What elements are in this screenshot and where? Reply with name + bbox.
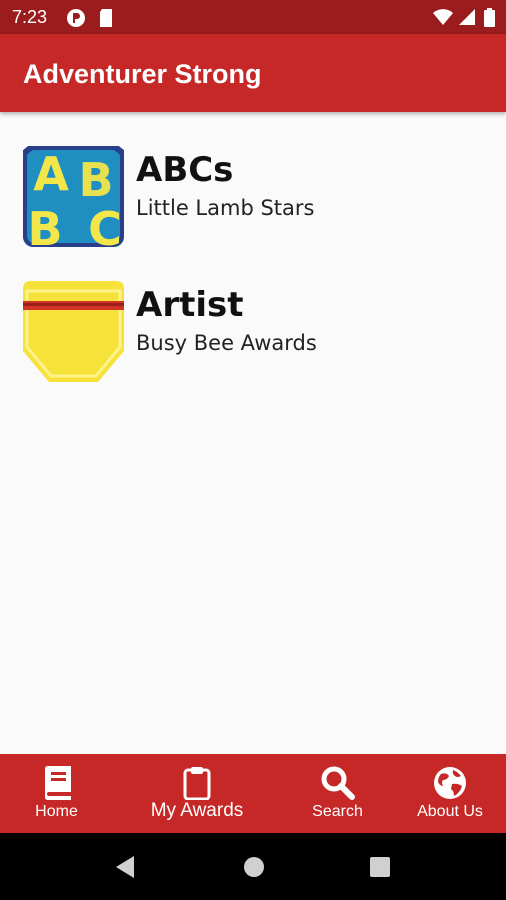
book-icon — [44, 766, 71, 800]
nav-label: Home — [35, 803, 78, 820]
app-bar: Adventurer Strong — [0, 34, 506, 112]
svg-text:C: C — [88, 202, 122, 247]
nav-search[interactable]: Search — [281, 754, 394, 833]
status-time: 7:23 — [12, 7, 48, 27]
notification-app-icon — [67, 9, 85, 27]
home-circle-icon[interactable] — [243, 855, 265, 879]
nav-label: Search — [312, 803, 363, 820]
clipboard-icon — [183, 767, 211, 800]
nav-home[interactable]: Home — [0, 754, 113, 833]
item-subtitle: Little Lamb Stars — [136, 196, 315, 220]
svg-text:A: A — [33, 147, 69, 201]
status-bar: 7:23 — [0, 0, 506, 34]
app-title: Adventurer Strong — [23, 59, 262, 89]
back-icon[interactable] — [114, 855, 136, 879]
artist-pencil-patch-image — [23, 281, 124, 382]
svg-text:B: B — [78, 153, 113, 207]
nav-my-awards[interactable]: My Awards — [113, 754, 281, 833]
bottom-navigation: Home My Awards Search About Us — [0, 754, 506, 833]
battery-icon — [484, 8, 495, 27]
signal-icon — [459, 9, 475, 25]
nav-label: About Us — [417, 803, 483, 820]
abc-patch-image: A B B C — [23, 146, 124, 247]
svg-text:B: B — [27, 202, 62, 247]
nav-about-us[interactable]: About Us — [394, 754, 506, 833]
list-item-abcs[interactable]: A B B C ABCs Little Lamb Stars — [0, 146, 506, 252]
item-subtitle: Busy Bee Awards — [136, 331, 317, 355]
sd-card-icon — [100, 9, 112, 27]
item-title: Artist — [136, 285, 244, 325]
item-title: ABCs — [136, 150, 234, 190]
system-navigation-bar — [0, 833, 506, 900]
search-icon — [321, 766, 355, 800]
wifi-icon — [433, 9, 453, 25]
list-item-artist[interactable]: Artist Busy Bee Awards — [0, 281, 506, 387]
recents-square-icon[interactable] — [369, 855, 391, 879]
nav-label: My Awards — [150, 800, 244, 821]
globe-icon — [434, 767, 466, 799]
